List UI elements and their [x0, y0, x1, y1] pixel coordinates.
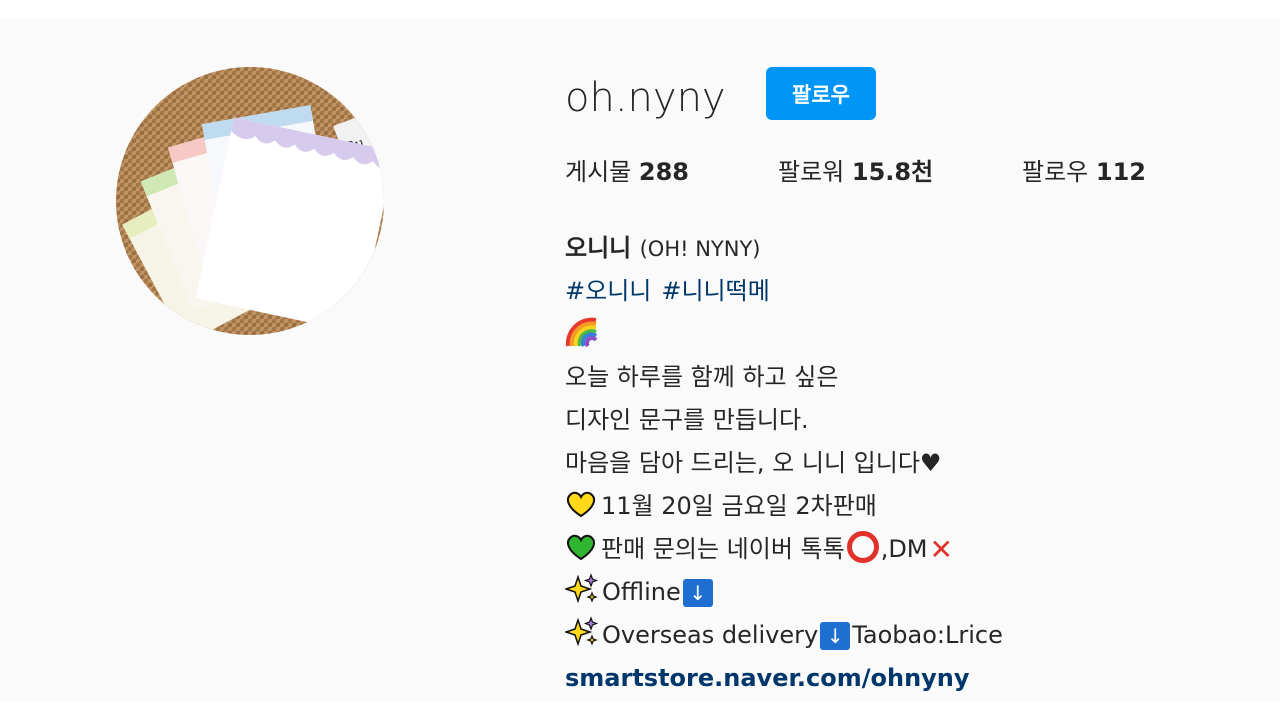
sale-date-text: 11월 20일 금요일 2차판매: [601, 492, 877, 520]
profile-full-name: 오니니 (OH! NYNY): [565, 227, 1003, 270]
bio-text-line: 마음을 담아 드리는, 오 니니 입니다♥: [565, 449, 942, 477]
follow-button[interactable]: 팔로우: [766, 67, 876, 120]
inquiry-line: 판매 문의는 네이버 톡톡 ,DM✕: [565, 528, 1003, 571]
stat-followers-label: 팔로워: [778, 158, 845, 186]
cross-mark-icon: ✕: [929, 533, 953, 566]
dm-text: ,DM: [880, 535, 928, 563]
overseas-text: Overseas delivery: [602, 621, 819, 649]
sparkles-icon: [565, 573, 599, 604]
red-circle-icon: [846, 531, 879, 563]
rainbow-line: [565, 313, 1003, 356]
stat-posts-label: 게시물: [565, 158, 632, 186]
full-name-sub: (OH! NYNY): [639, 237, 761, 261]
inquiry-text: 판매 문의는 네이버 톡톡: [601, 535, 845, 563]
hashtag-link[interactable]: #니니떡메: [661, 277, 769, 305]
website-link[interactable]: smartstore.naver.com/ohnyny: [565, 664, 970, 692]
profile-avatar[interactable]: Bu: [116, 67, 384, 335]
stat-following[interactable]: 팔로우 112: [1022, 154, 1146, 190]
profile-header: Bu oh.nyny 팔로우 게시물 288 팔로워 15.8천 팔로우 112: [0, 18, 1280, 702]
stat-following-value: 112: [1095, 158, 1146, 186]
stat-followers[interactable]: 팔로워 15.8천: [778, 154, 933, 190]
sparkles-icon: [565, 616, 599, 647]
stat-posts: 게시물 288: [565, 154, 689, 190]
profile-username: oh.nyny: [565, 75, 726, 121]
yellow-heart-icon: [567, 491, 595, 518]
avatar-image: Bu: [116, 67, 384, 335]
green-heart-icon: [567, 534, 595, 561]
hashtag-link[interactable]: #오니니: [565, 277, 651, 305]
stat-followers-value: 15.8천: [851, 158, 934, 186]
bio-text-line: 오늘 하루를 함께 하고 싶은: [565, 363, 839, 391]
stat-following-label: 팔로우: [1022, 158, 1089, 186]
offline-line: Offline ↓: [565, 571, 1003, 614]
website-line: smartstore.naver.com/ohnyny: [565, 657, 1003, 700]
sale-date-line: 11월 20일 금요일 2차판매: [565, 485, 1003, 528]
rainbow-icon: [565, 317, 598, 348]
offline-text: Offline: [602, 578, 681, 606]
profile-bio: 오니니 (OH! NYNY) #오니니 #니니떡메 오늘 하루를 함께 하고 싶은…: [565, 227, 1003, 700]
taobao-text: Taobao:Lrice: [852, 621, 1003, 649]
bio-text-line: 디자인 문구를 만듭니다.: [565, 406, 809, 434]
hashtag-line: #오니니 #니니떡메: [565, 270, 1003, 313]
overseas-line: Overseas delivery ↓ Taobao:Lrice: [565, 614, 1003, 657]
stat-posts-value: 288: [638, 158, 689, 186]
down-arrow-icon: ↓: [682, 579, 713, 607]
down-arrow-icon: ↓: [820, 622, 851, 650]
full-name-text: 오니니: [565, 234, 632, 262]
